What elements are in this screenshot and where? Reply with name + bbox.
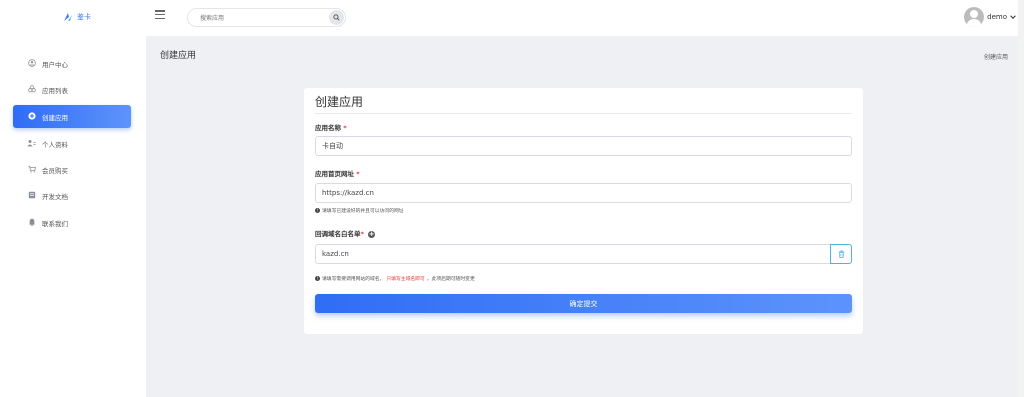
required-mark: * bbox=[356, 170, 360, 178]
whitelist-domain-row: kazd.cn bbox=[315, 244, 852, 264]
form-title: 创建应用 bbox=[315, 95, 364, 109]
search-box bbox=[187, 8, 346, 27]
logo-icon bbox=[64, 13, 72, 21]
apps-icon bbox=[27, 84, 36, 95]
sidebar-item-create-app[interactable]: 创建应用 bbox=[13, 105, 131, 128]
user-name: demo bbox=[987, 13, 1007, 21]
homepage-url-value: https://kazd.cn bbox=[322, 189, 374, 197]
delete-domain-button[interactable] bbox=[830, 244, 852, 264]
sidebar-item-label: 会员购买 bbox=[42, 166, 68, 175]
search-button[interactable] bbox=[329, 10, 344, 25]
plus-circle-icon bbox=[27, 111, 36, 122]
whitelist-hint-emphasis: 只填写主域名即可 bbox=[386, 277, 425, 282]
sidebar-item-label: 应用列表 bbox=[42, 86, 68, 95]
whitelist-hint-text: 请填写需要调用网站的域名， bbox=[322, 277, 385, 282]
sidebar-item-app-list[interactable]: 应用列表 bbox=[13, 78, 131, 101]
info-icon: ! bbox=[315, 208, 320, 213]
whitelist-hint: ! 请填写需要调用网站的域名， 只填写主域名即可 ，此项后期可随时变更 bbox=[315, 275, 475, 282]
sidebar-item-label: 用户中心 bbox=[42, 60, 68, 69]
breadcrumb[interactable]: 创建应用 bbox=[984, 52, 1008, 61]
user-menu[interactable]: demo bbox=[964, 7, 1016, 27]
sidebar-item-profile[interactable]: 个人资料 bbox=[13, 132, 131, 155]
whitelist-label-text: 回调域名白名单 bbox=[315, 230, 361, 238]
whitelist-domain-value: kazd.cn bbox=[322, 250, 349, 258]
logo-text: 鉴卡 bbox=[77, 13, 91, 21]
homepage-hint: ! 请填写已建设好的并且可以访问的网址 bbox=[315, 207, 404, 214]
homepage-label-text: 应用首页网址 bbox=[315, 170, 354, 178]
whitelist-label: 回调域名白名单* + bbox=[315, 228, 376, 238]
divider bbox=[315, 113, 852, 114]
document-icon bbox=[27, 191, 36, 201]
sidebar-item-contact[interactable]: 联系我们 bbox=[13, 211, 131, 234]
contact-icon bbox=[27, 218, 36, 228]
top-header: 鉴卡 demo bbox=[0, 0, 1024, 36]
app-name-field[interactable]: 卡自动 bbox=[315, 136, 852, 156]
user-circle-icon bbox=[27, 58, 36, 69]
create-app-form-card: 创建应用 应用名称 * 卡自动 应用首页网址 * https://kazd.cn… bbox=[304, 88, 863, 334]
page-title: 创建应用 bbox=[160, 51, 197, 61]
homepage-url-field[interactable]: https://kazd.cn bbox=[315, 183, 852, 203]
main-content: 创建应用 创建应用 创建应用 应用名称 * 卡自动 应用首页网址 * https… bbox=[146, 36, 1018, 397]
sidebar-item-label: 开发文档 bbox=[42, 192, 68, 201]
app-name-label-text: 应用名称 bbox=[315, 124, 341, 132]
sidebar-item-membership[interactable]: 会员购买 bbox=[13, 158, 131, 181]
chevron-down-icon bbox=[1010, 15, 1016, 19]
sidebar-item-label: 联系我们 bbox=[42, 219, 68, 228]
whitelist-hint-text-end: ，此项后期可随时变更 bbox=[426, 277, 475, 282]
info-icon: ! bbox=[315, 276, 320, 281]
sidebar-item-docs[interactable]: 开发文档 bbox=[13, 184, 131, 207]
trash-icon bbox=[838, 250, 844, 258]
homepage-hint-text: 请填写已建设好的并且可以访问的网址 bbox=[322, 209, 404, 214]
logo[interactable]: 鉴卡 bbox=[62, 11, 91, 23]
homepage-label: 应用首页网址 * bbox=[315, 168, 360, 178]
hamburger-menu-icon[interactable] bbox=[155, 10, 165, 20]
required-mark: * bbox=[343, 124, 347, 132]
cart-icon bbox=[27, 165, 36, 175]
submit-button[interactable]: 确定提交 bbox=[315, 294, 852, 313]
search-input[interactable] bbox=[200, 12, 320, 24]
scrollbar[interactable] bbox=[1018, 0, 1024, 397]
whitelist-domain-field[interactable]: kazd.cn bbox=[315, 244, 830, 264]
avatar bbox=[964, 7, 985, 27]
app-name-value: 卡自动 bbox=[322, 142, 343, 150]
add-domain-icon[interactable]: + bbox=[368, 230, 376, 238]
profile-icon bbox=[27, 139, 36, 149]
search-icon bbox=[333, 14, 340, 21]
app-name-label: 应用名称 * bbox=[315, 122, 347, 132]
required-mark: * bbox=[360, 230, 364, 238]
sidebar: 用户中心 应用列表 创建应用 个人资料 会员购买 开发文档 联系我们 bbox=[0, 36, 146, 397]
sidebar-item-user-center[interactable]: 用户中心 bbox=[13, 52, 131, 75]
sidebar-item-label: 创建应用 bbox=[42, 113, 68, 122]
sidebar-item-label: 个人资料 bbox=[42, 140, 68, 149]
